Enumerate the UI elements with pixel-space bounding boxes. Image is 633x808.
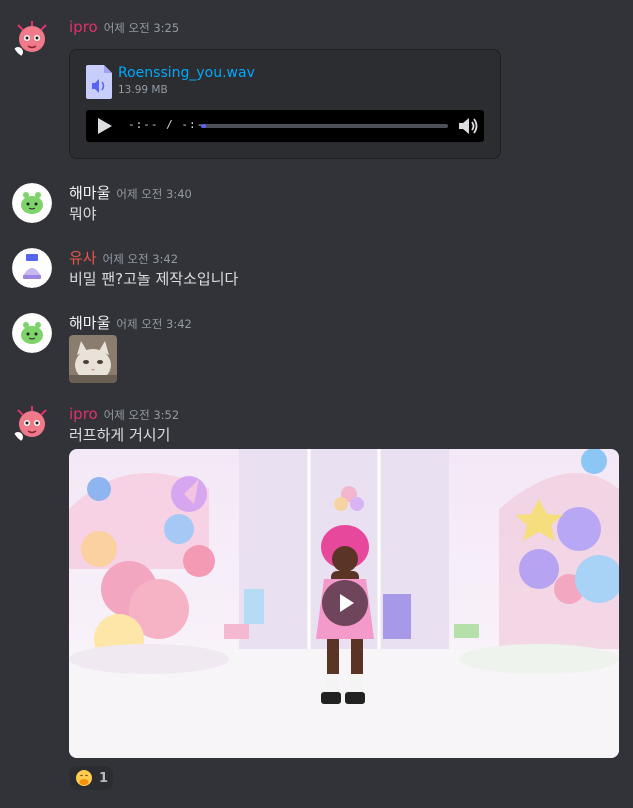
audio-attachment: Roenssing_you.wav 13.99 MB -:-- / -:-- [69, 49, 501, 159]
avatar-ipro[interactable] [12, 404, 52, 444]
reaction-button[interactable]: 1 [69, 766, 113, 790]
audio-time: -:-- / -:-- [128, 118, 212, 131]
play-icon [340, 594, 354, 612]
timestamp: 어제 오전 3:42 [116, 317, 192, 331]
audio-progress-fill [201, 124, 206, 128]
avatar-ipro[interactable] [12, 19, 52, 59]
audio-file-icon [86, 65, 112, 99]
timestamp: 어제 오전 3:42 [102, 252, 179, 266]
video-attachment[interactable] [69, 449, 619, 758]
message-header: 해마울 어제 오전 3:42 [69, 313, 192, 333]
audio-player: -:-- / -:-- [86, 110, 484, 142]
cat-image[interactable] [69, 335, 117, 383]
reaction-count: 1 [99, 770, 109, 786]
message-header: ipro 어제 오전 3:52 [69, 404, 179, 424]
audio-progress-bar[interactable] [201, 124, 448, 128]
username[interactable]: 해마울 [69, 183, 110, 203]
message-header: 해마울 어제 오전 3:40 [69, 183, 192, 203]
message-text: 뭐야 [69, 205, 97, 223]
username[interactable]: 해마울 [69, 313, 110, 333]
message-yusa: 유사 어제 오전 3:42 비밀 팬?고놀 제작소입니다 [0, 248, 633, 293]
message-text: 러프하게 거시기 [69, 426, 171, 444]
file-name-link[interactable]: Roenssing_you.wav [118, 65, 255, 81]
volume-icon[interactable] [457, 115, 479, 137]
avatar-haemaul[interactable] [12, 183, 52, 223]
file-size: 13.99 MB [118, 84, 168, 96]
username[interactable]: 유사 [69, 248, 97, 268]
message-haemaul-1: 해마울 어제 오전 3:40 뭐야 [0, 183, 633, 228]
username[interactable]: ipro [69, 404, 98, 424]
message-header: 유사 어제 오전 3:42 [69, 248, 178, 268]
hand-over-mouth-emoji-icon [76, 770, 92, 786]
timestamp: 어제 오전 3:25 [103, 21, 180, 35]
timestamp: 어제 오전 3:52 [103, 408, 180, 422]
message-header: ipro 어제 오전 3:25 [69, 17, 179, 37]
message-text: 비밀 팬?고놀 제작소입니다 [69, 270, 239, 288]
username[interactable]: ipro [69, 17, 98, 37]
avatar-haemaul[interactable] [12, 313, 52, 353]
play-icon[interactable] [94, 116, 114, 136]
timestamp: 어제 오전 3:40 [116, 187, 192, 201]
video-play-button[interactable] [322, 580, 368, 626]
avatar-yusa[interactable] [12, 248, 52, 288]
